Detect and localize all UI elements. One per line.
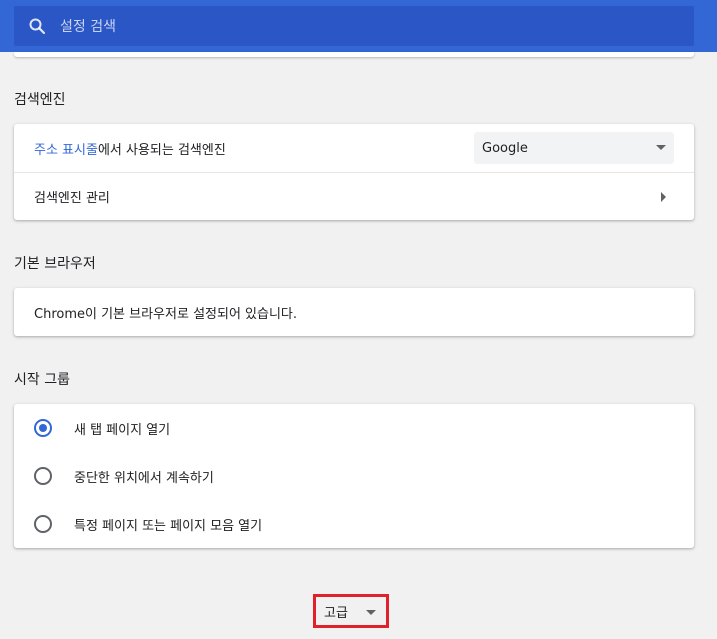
startup-option-continue[interactable]: 중단한 위치에서 계속하기 [14, 452, 694, 500]
startup-option-specific-pages[interactable]: 특정 페이지 또는 페이지 모음 열기 [14, 500, 694, 548]
startup-card: 새 탭 페이지 열기 중단한 위치에서 계속하기 특정 페이지 또는 페이지 모… [14, 404, 694, 548]
search-engine-row: 주소 표시줄 에서 사용되는 검색엔진 Google [14, 124, 694, 172]
advanced-button[interactable]: 고급 [313, 594, 389, 628]
startup-option-label: 새 탭 페이지 열기 [74, 422, 171, 438]
startup-option-label: 특정 페이지 또는 페이지 모음 열기 [74, 518, 263, 534]
settings-header: 설정 검색 [0, 0, 717, 52]
search-engine-select[interactable]: Google [474, 132, 674, 164]
search-engine-card: 주소 표시줄 에서 사용되는 검색엔진 Google 검색엔진 관리 [14, 124, 694, 220]
default-browser-section-title: 기본 브라우저 [14, 256, 96, 272]
search-input[interactable]: 설정 검색 [60, 16, 116, 36]
search-field[interactable]: 설정 검색 [14, 6, 694, 46]
radio-unchecked-icon[interactable] [34, 515, 52, 533]
advanced-label: 고급 [324, 605, 348, 621]
manage-search-engines-row[interactable]: 검색엔진 관리 [14, 172, 694, 220]
radio-unchecked-icon[interactable] [34, 467, 52, 485]
address-bar-link[interactable]: 주소 표시줄 [34, 139, 98, 158]
dropdown-arrow-icon [656, 145, 666, 150]
startup-section-title: 시작 그룹 [14, 372, 70, 388]
chevron-right-icon [661, 192, 666, 202]
radio-checked-icon[interactable] [34, 419, 52, 437]
chevron-down-icon [366, 610, 376, 615]
search-engine-select-value: Google [482, 140, 528, 156]
search-engine-row-label: 에서 사용되는 검색엔진 [97, 142, 226, 158]
search-engine-section-title: 검색엔진 [14, 92, 66, 108]
previous-card-edge [14, 52, 694, 57]
default-browser-card: Chrome이 기본 브라우저로 설정되어 있습니다. [14, 288, 694, 336]
search-icon[interactable] [28, 17, 46, 35]
startup-option-label: 중단한 위치에서 계속하기 [74, 470, 214, 486]
startup-option-new-tab[interactable]: 새 탭 페이지 열기 [14, 404, 694, 452]
manage-search-engines-label: 검색엔진 관리 [34, 191, 110, 206]
default-browser-row: Chrome이 기본 브라우저로 설정되어 있습니다. [14, 288, 694, 336]
default-browser-status: Chrome이 기본 브라우저로 설정되어 있습니다. [34, 306, 298, 322]
